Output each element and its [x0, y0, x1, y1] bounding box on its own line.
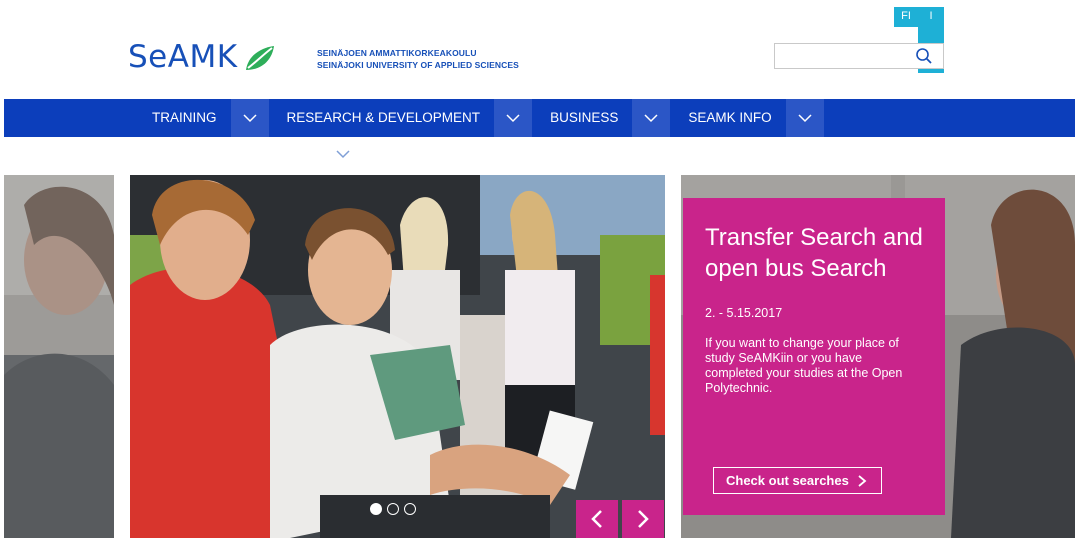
search-box: [774, 43, 944, 69]
submenu-chevron-down-icon[interactable]: [336, 150, 350, 159]
hero-description: If you want to change your place of stud…: [705, 336, 903, 395]
main-navigation: TRAINING RESEARCH & DEVELOPMENT BUSINESS…: [4, 99, 1075, 137]
carousel-main-slide-image[interactable]: [130, 175, 665, 538]
language-i-link[interactable]: I: [918, 7, 944, 27]
nav-toggle-business[interactable]: [632, 99, 671, 137]
nav-item-business[interactable]: BUSINESS: [546, 99, 622, 137]
carousel-dot-2[interactable]: [387, 503, 399, 515]
search-icon[interactable]: [915, 47, 933, 65]
check-out-searches-button[interactable]: Check out searches: [713, 467, 882, 494]
seamk-logo[interactable]: SeAMK: [128, 42, 276, 73]
cta-label: Check out searches: [726, 473, 849, 488]
chevron-right-icon: [858, 475, 867, 487]
chevron-down-icon: [242, 113, 257, 122]
tagline-line-2: SEINÄJOKI UNIVERSITY OF APPLIED SCIENCES: [317, 60, 519, 70]
nav-item-seamk-info[interactable]: SEAMK INFO: [684, 99, 775, 137]
carousel-prev-slide-image[interactable]: [4, 175, 114, 538]
woman-photo: [4, 175, 114, 538]
nav-toggle-research-development[interactable]: [494, 99, 533, 137]
nav-item-training[interactable]: TRAINING: [148, 99, 221, 137]
search-input[interactable]: [779, 46, 907, 66]
tagline-line-1: SEINÄJOEN AMMATTIKORKEAKOULU: [317, 48, 477, 58]
chevron-down-icon: [644, 113, 658, 122]
language-fi-link[interactable]: FI: [894, 7, 918, 27]
nav-toggle-seamk-info[interactable]: [785, 99, 824, 137]
carousel-dot-3[interactable]: [404, 503, 416, 515]
carousel-dot-1[interactable]: [370, 503, 382, 515]
nav-item-research-development[interactable]: RESEARCH & DEVELOPMENT: [283, 99, 485, 137]
chevron-right-icon: [638, 510, 649, 528]
logo-text: SeAMK: [128, 39, 238, 75]
chevron-down-icon: [798, 113, 812, 122]
hero-date: 2. - 5.15.2017: [705, 306, 783, 320]
carousel-next-button[interactable]: [622, 500, 664, 538]
carousel-prev-button[interactable]: [576, 500, 618, 538]
hero-title: Transfer Search and open bus Search: [705, 224, 923, 282]
students-photo: [130, 175, 665, 538]
nav-toggle-training[interactable]: [230, 99, 269, 137]
chevron-down-icon: [506, 113, 520, 122]
tagline: SEINÄJOEN AMMATTIKORKEAKOULU SEINÄJOKI U…: [317, 47, 519, 71]
chevron-left-icon: [591, 510, 602, 528]
leaf-logo-icon: [245, 45, 274, 70]
carousel-indicators: [370, 503, 416, 515]
